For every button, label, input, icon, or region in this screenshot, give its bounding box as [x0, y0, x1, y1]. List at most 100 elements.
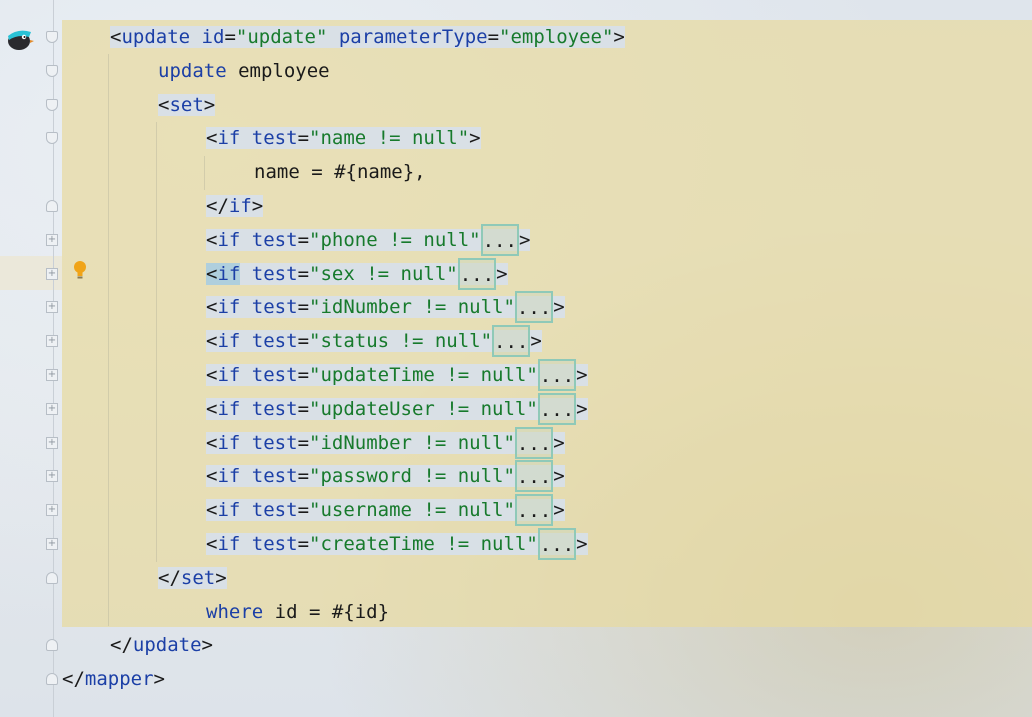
code-line[interactable]: </mapper> — [0, 662, 1032, 696]
tag-token: if — [217, 533, 241, 555]
text-token: name = #{name}, — [254, 161, 426, 183]
code-line[interactable]: <if test="idNumber != null"... > — [0, 426, 1032, 460]
folded-region-placeholder[interactable]: ... — [492, 325, 531, 357]
string-token: "phone != null" — [309, 229, 481, 251]
code-line[interactable]: <set> — [0, 88, 1032, 122]
code-text: <if test="createTime != null"... > — [206, 527, 588, 561]
text-token: < — [206, 364, 218, 386]
string-token: "sex != null" — [309, 263, 458, 285]
code-text: <if test="updateUser != null"... > — [206, 392, 588, 426]
tag-token: set — [169, 94, 204, 116]
text-token: > — [203, 94, 216, 116]
text-token: < — [206, 398, 218, 420]
code-token-group: update employee — [158, 60, 330, 82]
code-token-group: <if test="updateTime != null"... > — [206, 359, 588, 391]
code-token-group: </update> — [110, 634, 213, 656]
code-text: </mapper> — [62, 662, 165, 696]
folded-region-placeholder[interactable]: ... — [514, 460, 554, 492]
code-token-group: <if test="username != null"... > — [206, 494, 565, 526]
code-text: name = #{name}, — [254, 155, 426, 189]
code-line[interactable]: </if> — [0, 189, 1032, 223]
code-line[interactable]: <update id="update" parameterType="emplo… — [0, 20, 1032, 54]
tag-end-token: > — [553, 465, 565, 487]
folded-region-placeholder[interactable]: ... — [537, 528, 577, 560]
code-line[interactable]: <if test="status != null"... > — [0, 324, 1032, 358]
string-token: "name != null" — [309, 127, 470, 149]
code-text: </if> — [206, 189, 264, 223]
text-token: = — [297, 533, 310, 555]
code-text: <set> — [158, 88, 216, 122]
text-token: < — [206, 296, 218, 318]
code-line[interactable]: <if test="updateTime != null"... > — [0, 358, 1032, 392]
code-line[interactable]: update employee — [0, 54, 1032, 88]
folded-region-placeholder[interactable]: ... — [514, 494, 554, 526]
text-token: = — [297, 229, 310, 251]
attribute-token: test — [251, 330, 298, 352]
code-line[interactable]: <if test="updateUser != null"... > — [0, 392, 1032, 426]
string-token: "updateTime != null" — [309, 364, 538, 386]
code-line[interactable]: <if test="phone != null"... > — [0, 223, 1032, 257]
code-line[interactable]: <if test="createTime != null"... > — [0, 527, 1032, 561]
text-token: > — [469, 127, 481, 149]
code-line[interactable]: </set> — [0, 561, 1032, 595]
tag-end-token: > — [518, 229, 531, 251]
folded-region-placeholder[interactable]: ... — [537, 393, 577, 425]
text-token: id = #{id} — [263, 601, 390, 623]
code-token-group: </mapper> — [62, 668, 165, 690]
text-token: < — [206, 465, 218, 487]
tag-token: if — [228, 195, 252, 217]
code-text: </update> — [110, 628, 213, 662]
text-token: > — [215, 567, 227, 589]
code-line[interactable]: <if test="sex != null"... > — [0, 257, 1032, 291]
folded-region-placeholder[interactable]: ... — [514, 291, 554, 323]
attribute-token: id — [201, 26, 225, 48]
string-token: "idNumber != null" — [309, 296, 515, 318]
code-line[interactable]: name = #{name}, — [0, 155, 1032, 189]
text-token: < — [206, 533, 218, 555]
folded-region-placeholder[interactable]: ... — [480, 224, 519, 256]
code-token-group: <update id="update" parameterType="emplo… — [110, 26, 625, 48]
text-token: = — [297, 432, 310, 454]
text-token: = — [297, 465, 310, 487]
tag-end-token: > — [576, 398, 588, 420]
code-editor[interactable]: + + + + + + + + + + <update id="update" parameter… — [0, 0, 1032, 717]
code-token-group: <if test="status != null"... > — [206, 325, 542, 357]
code-token-group: <if test="createTime != null"... > — [206, 528, 588, 560]
folded-region-placeholder[interactable]: ... — [514, 427, 554, 459]
code-line[interactable]: <if test="username != null"... > — [0, 493, 1032, 527]
code-token-group: <if test="password != null"... > — [206, 460, 565, 492]
folded-region-placeholder[interactable]: ... — [457, 258, 497, 290]
attribute-token: test — [251, 127, 298, 149]
tag-end-token: > — [496, 263, 508, 285]
code-line[interactable]: <if test="password != null"... > — [0, 459, 1032, 493]
code-line[interactable]: <if test="name != null"> — [0, 121, 1032, 155]
code-text: where id = #{id} — [206, 595, 389, 629]
tag-token: if — [217, 296, 241, 318]
text-token: < — [206, 127, 218, 149]
tag-end-token: > — [553, 499, 565, 521]
text-token: = — [297, 127, 310, 149]
code-line[interactable]: where id = #{id} — [0, 595, 1032, 629]
string-token: "username != null" — [309, 499, 515, 521]
code-text: </set> — [158, 561, 227, 595]
attribute-token: test — [251, 229, 298, 251]
tag-token: if — [217, 465, 241, 487]
code-line[interactable]: </update> — [0, 628, 1032, 662]
text-token: = — [297, 499, 310, 521]
text-token: </ — [62, 668, 85, 690]
folded-region-placeholder[interactable]: ... — [537, 359, 577, 391]
code-line[interactable]: <if test="idNumber != null"... > — [0, 290, 1032, 324]
text-token: employee — [226, 60, 330, 82]
tag-token: if — [217, 330, 241, 352]
tag-token: mapper — [84, 668, 154, 690]
text-token: </ — [206, 195, 229, 217]
string-token: "update" — [235, 26, 328, 48]
text-token: < — [206, 499, 218, 521]
tag-end-token: > — [576, 364, 588, 386]
